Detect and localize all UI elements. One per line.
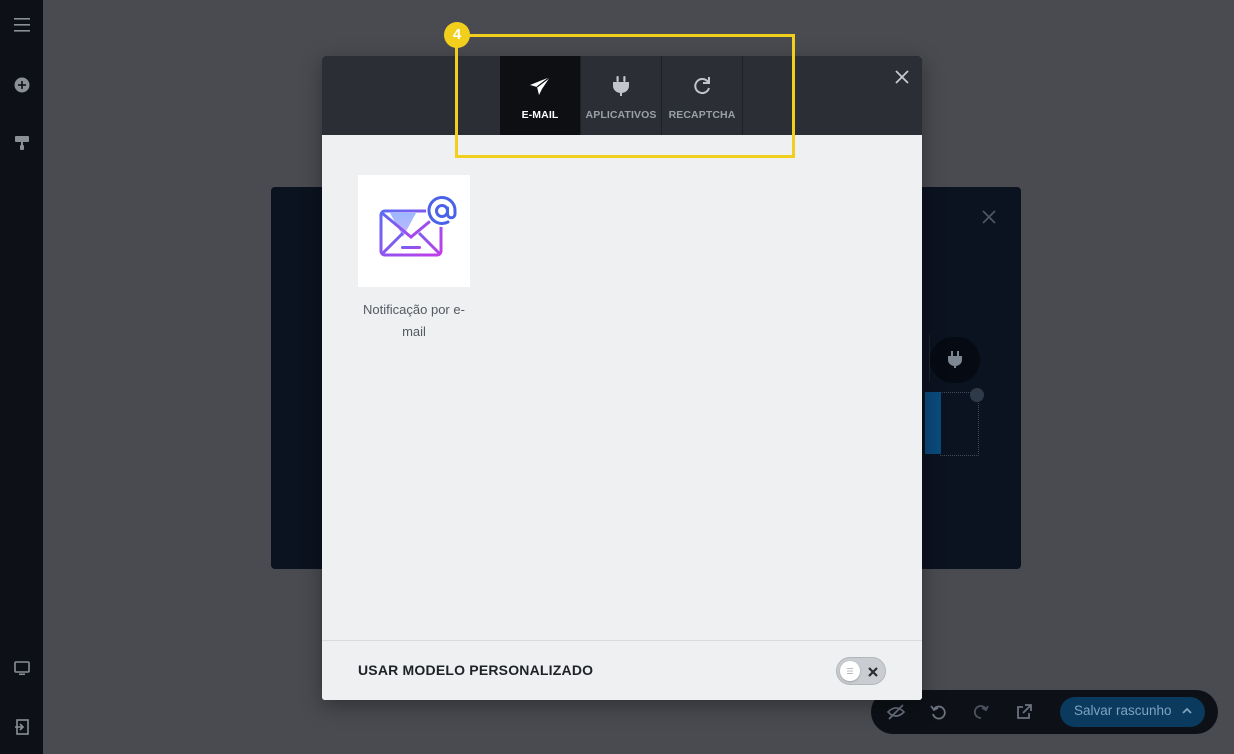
- tutorial-highlight: [455, 34, 795, 158]
- modal-footer: USAR MODELO PERSONALIZADO: [322, 640, 922, 700]
- exit-icon[interactable]: [0, 712, 43, 742]
- close-icon[interactable]: [893, 68, 911, 86]
- email-at-icon: [379, 195, 458, 257]
- custom-template-toggle[interactable]: [836, 657, 886, 685]
- email-notification-label: Notificação por e-mail: [363, 302, 465, 339]
- eye-slash-icon[interactable]: [886, 702, 906, 722]
- paint-roller-icon[interactable]: [0, 128, 43, 158]
- undo-icon[interactable]: [928, 702, 948, 722]
- menu-icon[interactable]: [0, 10, 43, 40]
- desktop-icon[interactable]: [0, 653, 43, 683]
- redo-icon[interactable]: [971, 702, 991, 722]
- add-circle-icon[interactable]: [0, 70, 43, 100]
- toggle-knob: [840, 661, 860, 681]
- email-notification-card[interactable]: [358, 175, 470, 287]
- external-link-icon[interactable]: [1014, 702, 1034, 722]
- close-icon[interactable]: [981, 209, 997, 225]
- save-draft-label: Salvar rascunho: [1074, 703, 1172, 718]
- selected-block: [925, 392, 941, 454]
- step-badge: 4: [444, 22, 470, 48]
- custom-template-label: USAR MODELO PERSONALIZADO: [358, 662, 594, 678]
- close-icon: [867, 665, 879, 677]
- dotted-outline: [940, 392, 979, 456]
- left-toolbar: [0, 0, 43, 754]
- plug-button[interactable]: [930, 337, 980, 383]
- save-draft-button[interactable]: Salvar rascunho: [1060, 697, 1205, 727]
- chevron-up-icon[interactable]: [970, 388, 984, 402]
- chevron-up-icon[interactable]: [1180, 704, 1194, 718]
- bottom-action-bar: Salvar rascunho: [871, 690, 1218, 734]
